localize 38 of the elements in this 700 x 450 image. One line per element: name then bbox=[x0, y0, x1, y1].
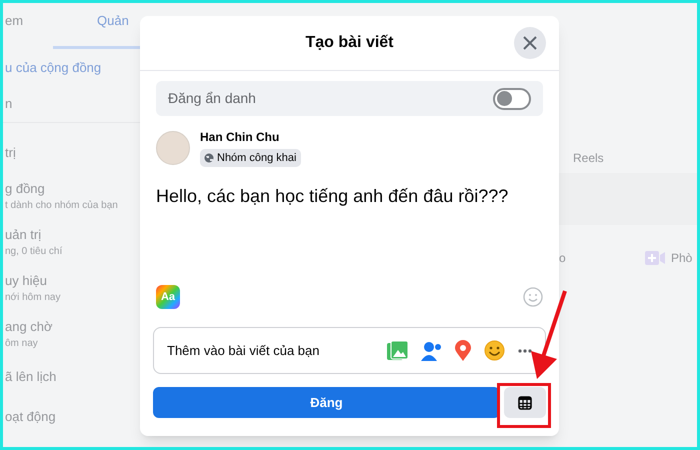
avatar bbox=[156, 130, 190, 164]
sidebar-item-title[interactable]: ang chờ bbox=[3, 316, 143, 336]
location-pin-icon[interactable] bbox=[455, 340, 471, 361]
feed-tab[interactable]: Reels bbox=[559, 115, 697, 173]
sidebar-item-subtitle: ôm nay bbox=[4, 337, 39, 352]
page-tab[interactable]: em bbox=[3, 11, 53, 49]
tag-person-icon[interactable] bbox=[421, 340, 442, 360]
audience-selector[interactable]: Nhóm công khai bbox=[200, 149, 300, 167]
close-button[interactable] bbox=[514, 27, 546, 59]
author-name: Han Chin Chu bbox=[200, 129, 280, 146]
schedule-button[interactable] bbox=[504, 387, 546, 418]
sidebar-item-title[interactable]: trị bbox=[3, 143, 143, 163]
more-icon[interactable] bbox=[518, 348, 532, 352]
add-to-post-label: Thêm vào bài viết của bạn bbox=[167, 342, 320, 360]
sidebar-item-subtitle: ng, 0 tiêu chí bbox=[4, 245, 64, 260]
smiley-icon[interactable] bbox=[484, 340, 505, 361]
sidebar-item-title[interactable]: oạt động bbox=[3, 407, 143, 427]
sidebar-item-subtitle: nới hôm nay bbox=[4, 291, 62, 306]
sidebar-item-title[interactable]: g đồng bbox=[3, 178, 143, 198]
sidebar-item-title[interactable]: u của cộng đồng bbox=[3, 58, 143, 78]
dialog-title: Tạo bài viết bbox=[305, 33, 394, 53]
feed-action[interactable]: Phò bbox=[671, 249, 692, 267]
sidebar-item-subtitle: t dành cho nhóm của bạn bbox=[4, 199, 119, 214]
globe-icon bbox=[204, 153, 214, 163]
highlight-frame bbox=[497, 383, 551, 428]
post-text[interactable]: Hello, các bạn học tiếng anh đến đâu rồi??? bbox=[156, 183, 543, 210]
close-icon bbox=[523, 36, 537, 50]
calendar-icon bbox=[518, 396, 532, 410]
sidebar-item-title[interactable]: uản trị bbox=[3, 224, 143, 244]
sidebar-item-title[interactable]: ã lên lịch bbox=[3, 367, 143, 387]
photo-icon[interactable] bbox=[387, 340, 408, 360]
post-button[interactable]: Đăng bbox=[153, 387, 500, 418]
sidebar-item-title[interactable]: uy hiệu bbox=[3, 270, 143, 290]
anonymous-label: Đăng ẩn danh bbox=[168, 89, 256, 108]
sidebar-item-title[interactable]: n bbox=[3, 94, 143, 114]
video-plus-icon bbox=[645, 251, 665, 265]
feed-action[interactable]: o bbox=[559, 249, 645, 267]
anonymous-toggle[interactable] bbox=[493, 88, 531, 110]
